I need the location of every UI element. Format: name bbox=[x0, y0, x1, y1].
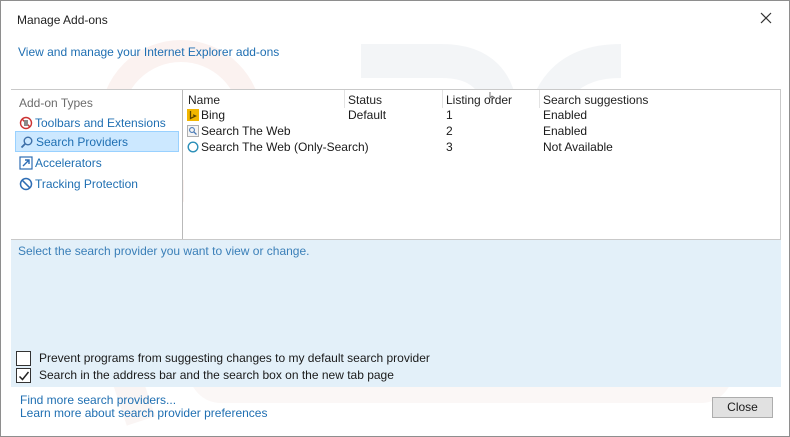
checkbox-label: Search in the address bar and the search… bbox=[39, 368, 394, 382]
table-row[interactable]: Search The Web 2 Enabled bbox=[184, 124, 781, 140]
bing-icon bbox=[187, 109, 199, 121]
table-row[interactable]: Bing Default 1 Enabled bbox=[184, 108, 781, 124]
only-search-icon bbox=[187, 141, 199, 153]
column-separator bbox=[344, 90, 345, 108]
search-the-web-icon bbox=[187, 125, 199, 137]
addon-type-search-providers[interactable]: Search Providers bbox=[15, 131, 179, 152]
addon-type-label: Tracking Protection bbox=[35, 176, 138, 191]
provider-name: Bing bbox=[201, 108, 226, 122]
column-separator bbox=[539, 90, 540, 108]
tracking-protection-icon bbox=[19, 177, 33, 190]
search-in-address-bar-row: Search in the address bar and the search… bbox=[16, 367, 394, 383]
prevent-suggesting-changes-row: Prevent programs from suggesting changes… bbox=[16, 350, 430, 366]
addon-types-pane: Add-on Types Toolbars and Extensions Sea… bbox=[11, 90, 183, 240]
addon-type-label: Toolbars and Extensions bbox=[35, 115, 166, 130]
provider-search-suggestions: Enabled bbox=[543, 108, 588, 122]
checkbox-label: Prevent programs from suggesting changes… bbox=[39, 351, 430, 365]
prevent-suggesting-changes-checkbox[interactable] bbox=[16, 350, 31, 366]
mouse-cursor-icon bbox=[489, 92, 496, 99]
column-header-listing-order[interactable]: Listing order bbox=[446, 93, 512, 107]
provider-listing-order: 3 bbox=[446, 140, 453, 154]
addon-types-label: Add-on Types bbox=[19, 96, 93, 110]
provider-search-suggestions: Not Available bbox=[543, 140, 613, 154]
addon-type-toolbars-extensions[interactable]: Toolbars and Extensions bbox=[15, 112, 179, 133]
search-providers-list: Name Status Listing order Search suggest… bbox=[184, 90, 781, 240]
title-bar: Manage Add-ons bbox=[1, 1, 789, 33]
provider-listing-order: 1 bbox=[446, 108, 453, 122]
column-header-search-suggestions[interactable]: Search suggestions bbox=[543, 93, 648, 107]
addon-type-label: Accelerators bbox=[35, 155, 102, 170]
column-separator bbox=[442, 90, 443, 108]
addons-panes: Add-on Types Toolbars and Extensions Sea… bbox=[11, 89, 781, 240]
addon-type-accelerators[interactable]: Accelerators bbox=[15, 152, 179, 173]
column-header-status[interactable]: Status bbox=[348, 93, 382, 107]
checkmark-icon bbox=[18, 371, 30, 381]
manage-addons-window: Manage Add-ons View and manage your Inte… bbox=[0, 0, 790, 437]
search-providers-icon bbox=[20, 136, 33, 148]
accelerators-icon bbox=[19, 155, 33, 170]
provider-name: Search The Web bbox=[201, 124, 291, 138]
toolbars-extensions-icon bbox=[19, 116, 33, 129]
close-button[interactable]: Close bbox=[712, 397, 773, 418]
details-pane: Select the search provider you want to v… bbox=[11, 239, 781, 387]
detail-hint: Select the search provider you want to v… bbox=[18, 244, 310, 258]
table-row[interactable]: Search The Web (Only-Search) 3 Not Avail… bbox=[184, 140, 781, 156]
learn-more-preferences-link[interactable]: Learn more about search provider prefere… bbox=[20, 406, 267, 420]
provider-search-suggestions: Enabled bbox=[543, 124, 588, 138]
column-header-name[interactable]: Name bbox=[188, 93, 220, 107]
provider-name: Search The Web (Only-Search) bbox=[201, 140, 369, 154]
provider-listing-order: 2 bbox=[446, 124, 453, 138]
addon-type-label: Search Providers bbox=[36, 134, 129, 149]
provider-status: Default bbox=[348, 108, 387, 122]
window-title: Manage Add-ons bbox=[17, 13, 108, 27]
addon-type-tracking-protection[interactable]: Tracking Protection bbox=[15, 173, 179, 194]
close-icon[interactable] bbox=[757, 9, 775, 27]
find-more-providers-link[interactable]: Find more search providers... bbox=[20, 393, 176, 407]
header-description-link: View and manage your Internet Explorer a… bbox=[18, 45, 280, 59]
search-in-address-bar-checkbox[interactable] bbox=[16, 367, 31, 383]
